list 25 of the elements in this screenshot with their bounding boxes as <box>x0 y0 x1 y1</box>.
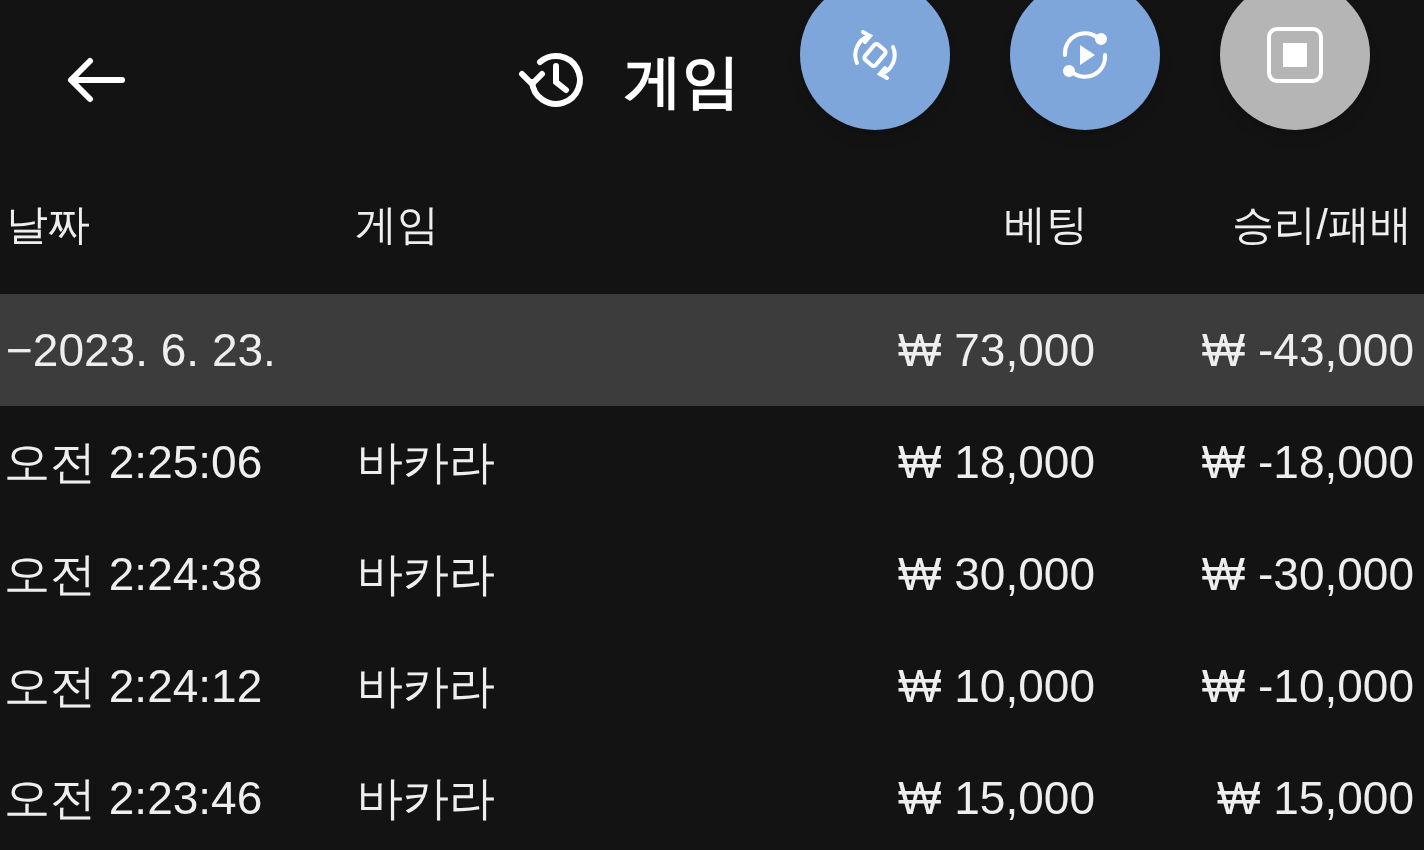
table-cell-text: ₩ 18,000 <box>898 434 1096 490</box>
date-group-row[interactable]: −2023. 6. 23. ₩ 73,000 ₩ -43,000 <box>0 294 1424 406</box>
table-cell-text: ₩ -30,000 <box>1201 546 1415 602</box>
table-cell-text: ₩ -10,000 <box>1201 658 1415 714</box>
table-cell-text: 바카라 <box>356 546 496 602</box>
table-cell-text: 오전 2:24:12 <box>3 658 264 714</box>
table-cell-text: ₩ -18,000 <box>1201 434 1415 490</box>
column-header: 날짜 <box>5 199 91 250</box>
group-bet-total: ₩ 73,000 <box>898 322 1096 378</box>
column-header: 베팅 <box>1004 199 1089 250</box>
table-cell-text: ₩ 10,000 <box>898 658 1096 714</box>
column-header: 승리/패배 <box>1232 199 1413 250</box>
table-cell-text: 바카라 <box>356 658 496 714</box>
table-cell-text: ₩ 15,000 <box>1217 770 1415 826</box>
group-result-total: ₩ -43,000 <box>1201 322 1415 378</box>
column-header: 게임 <box>354 199 440 250</box>
page-title: 게임 <box>624 46 740 115</box>
table-cell-text: ₩ 15,000 <box>898 770 1096 826</box>
table-cell-text: 바카라 <box>356 770 496 826</box>
table-cell-text: ₩ 30,000 <box>898 546 1096 602</box>
table-cell-text: 바카라 <box>356 434 496 490</box>
table-cell-text: 오전 2:23:46 <box>3 770 264 826</box>
group-date: −2023. 6. 23. <box>5 322 277 378</box>
table-cell-text: 오전 2:24:38 <box>3 546 264 602</box>
table-cell-text: 오전 2:25:06 <box>3 434 264 490</box>
